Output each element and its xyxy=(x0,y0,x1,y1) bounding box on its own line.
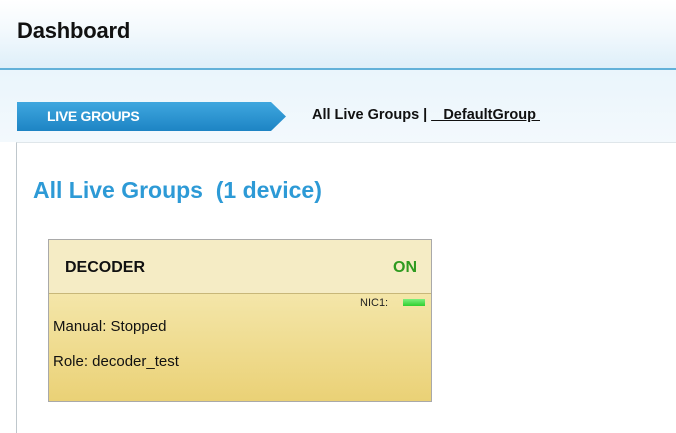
breadcrumb-all-live-groups[interactable]: All Live Groups xyxy=(312,107,419,123)
header-bar: Dashboard xyxy=(0,0,676,68)
device-status: ON xyxy=(393,259,417,276)
breadcrumb-default-group-link[interactable]: _DefaultGroup xyxy=(431,107,540,123)
device-card[interactable]: DECODER ON NIC1: Manual: Stopped Role: d… xyxy=(48,239,432,402)
page-title: Dashboard xyxy=(17,18,131,43)
device-mode: Manual: Stopped xyxy=(53,318,167,335)
nic-status-indicator xyxy=(403,299,425,306)
device-role: Role: decoder_test xyxy=(53,353,179,370)
device-name: DECODER xyxy=(65,259,146,276)
breadcrumb-default-group-label: _DefaultGroup xyxy=(431,107,540,123)
group-title: All Live Groups (1 device) xyxy=(33,177,322,203)
tab-live-groups-label: LIVE GROUPS xyxy=(47,108,140,124)
device-card-header: DECODER ON xyxy=(49,240,431,294)
breadcrumb: All Live Groups | _DefaultGroup xyxy=(312,107,540,123)
device-card-body: NIC1: Manual: Stopped Role: decoder_test xyxy=(49,294,431,401)
breadcrumb-separator: | xyxy=(423,107,428,123)
nic-label: NIC1: xyxy=(360,297,389,309)
tab-live-groups[interactable]: LIVE GROUPS xyxy=(17,102,286,131)
